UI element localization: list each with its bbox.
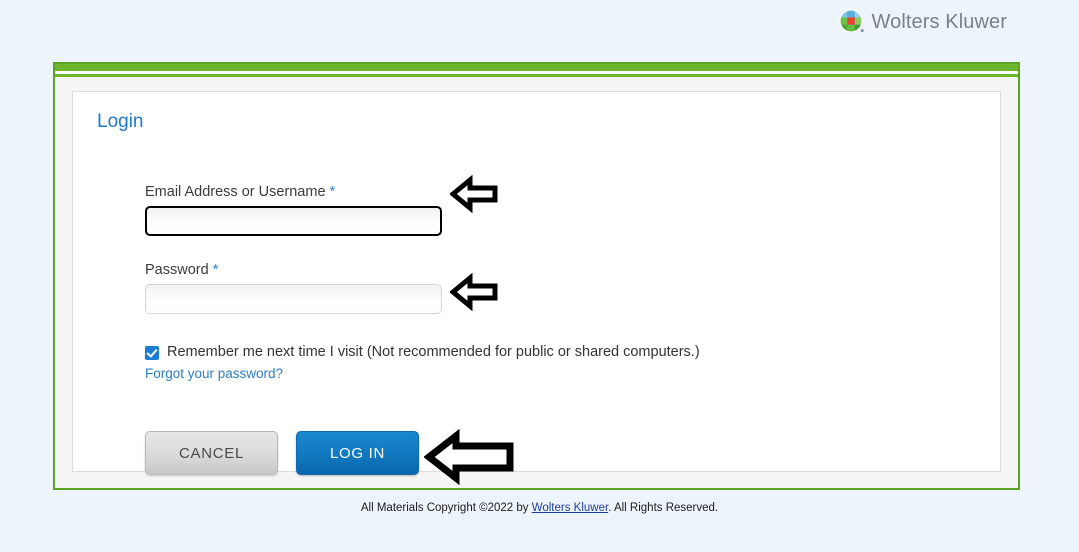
remember-me-label: Remember me next time I visit (Not recom…	[167, 344, 700, 360]
cancel-button[interactable]: CANCEL	[145, 431, 278, 475]
page-title: Login	[97, 111, 144, 132]
remember-me-checkbox[interactable]	[145, 346, 159, 360]
password-label-text: Password	[145, 262, 209, 278]
footer-wolters-kluwer-link[interactable]: Wolters Kluwer	[532, 502, 608, 514]
password-input[interactable]	[145, 284, 442, 314]
email-label-text: Email Address or Username	[145, 184, 326, 200]
email-required-marker: *	[329, 183, 336, 200]
email-input[interactable]	[145, 206, 442, 236]
forgot-password-link[interactable]: Forgot your password?	[145, 366, 283, 381]
panel-green-header-bar	[55, 64, 1018, 71]
arrow-pointing-to-password-input	[450, 273, 498, 311]
email-field-row: Email Address or Username *	[145, 175, 785, 236]
wolters-kluwer-globe-icon	[839, 9, 865, 33]
footer-copyright: All Materials Copyright ©2022 by Wolters…	[0, 502, 1079, 514]
brand-bar: Wolters Kluwer	[0, 0, 1079, 50]
remember-me-row[interactable]: Remember me next time I visit (Not recom…	[145, 344, 785, 360]
form-actions: CANCEL LOG IN	[145, 429, 785, 485]
brand-name: Wolters Kluwer	[871, 10, 1007, 33]
email-field-label: Email Address or Username *	[145, 183, 785, 200]
login-panel: Login Email Address or Username * Passwo…	[53, 62, 1020, 490]
login-card: Login Email Address or Username * Passwo…	[72, 91, 1001, 485]
password-field-label: Password *	[145, 261, 785, 278]
login-button[interactable]: LOG IN	[296, 431, 419, 475]
password-required-marker: *	[212, 261, 219, 278]
footer-suffix: . All Rights Reserved.	[608, 502, 719, 514]
password-field-row: Password *	[145, 261, 785, 314]
footer-prefix: All Materials Copyright ©2022 by	[360, 502, 532, 514]
panel-green-accent-line	[55, 74, 1018, 77]
brand-logo-group: Wolters Kluwer	[839, 9, 1007, 35]
arrow-pointing-to-login-button	[424, 429, 516, 485]
login-form: Email Address or Username * Password * R…	[145, 175, 785, 485]
